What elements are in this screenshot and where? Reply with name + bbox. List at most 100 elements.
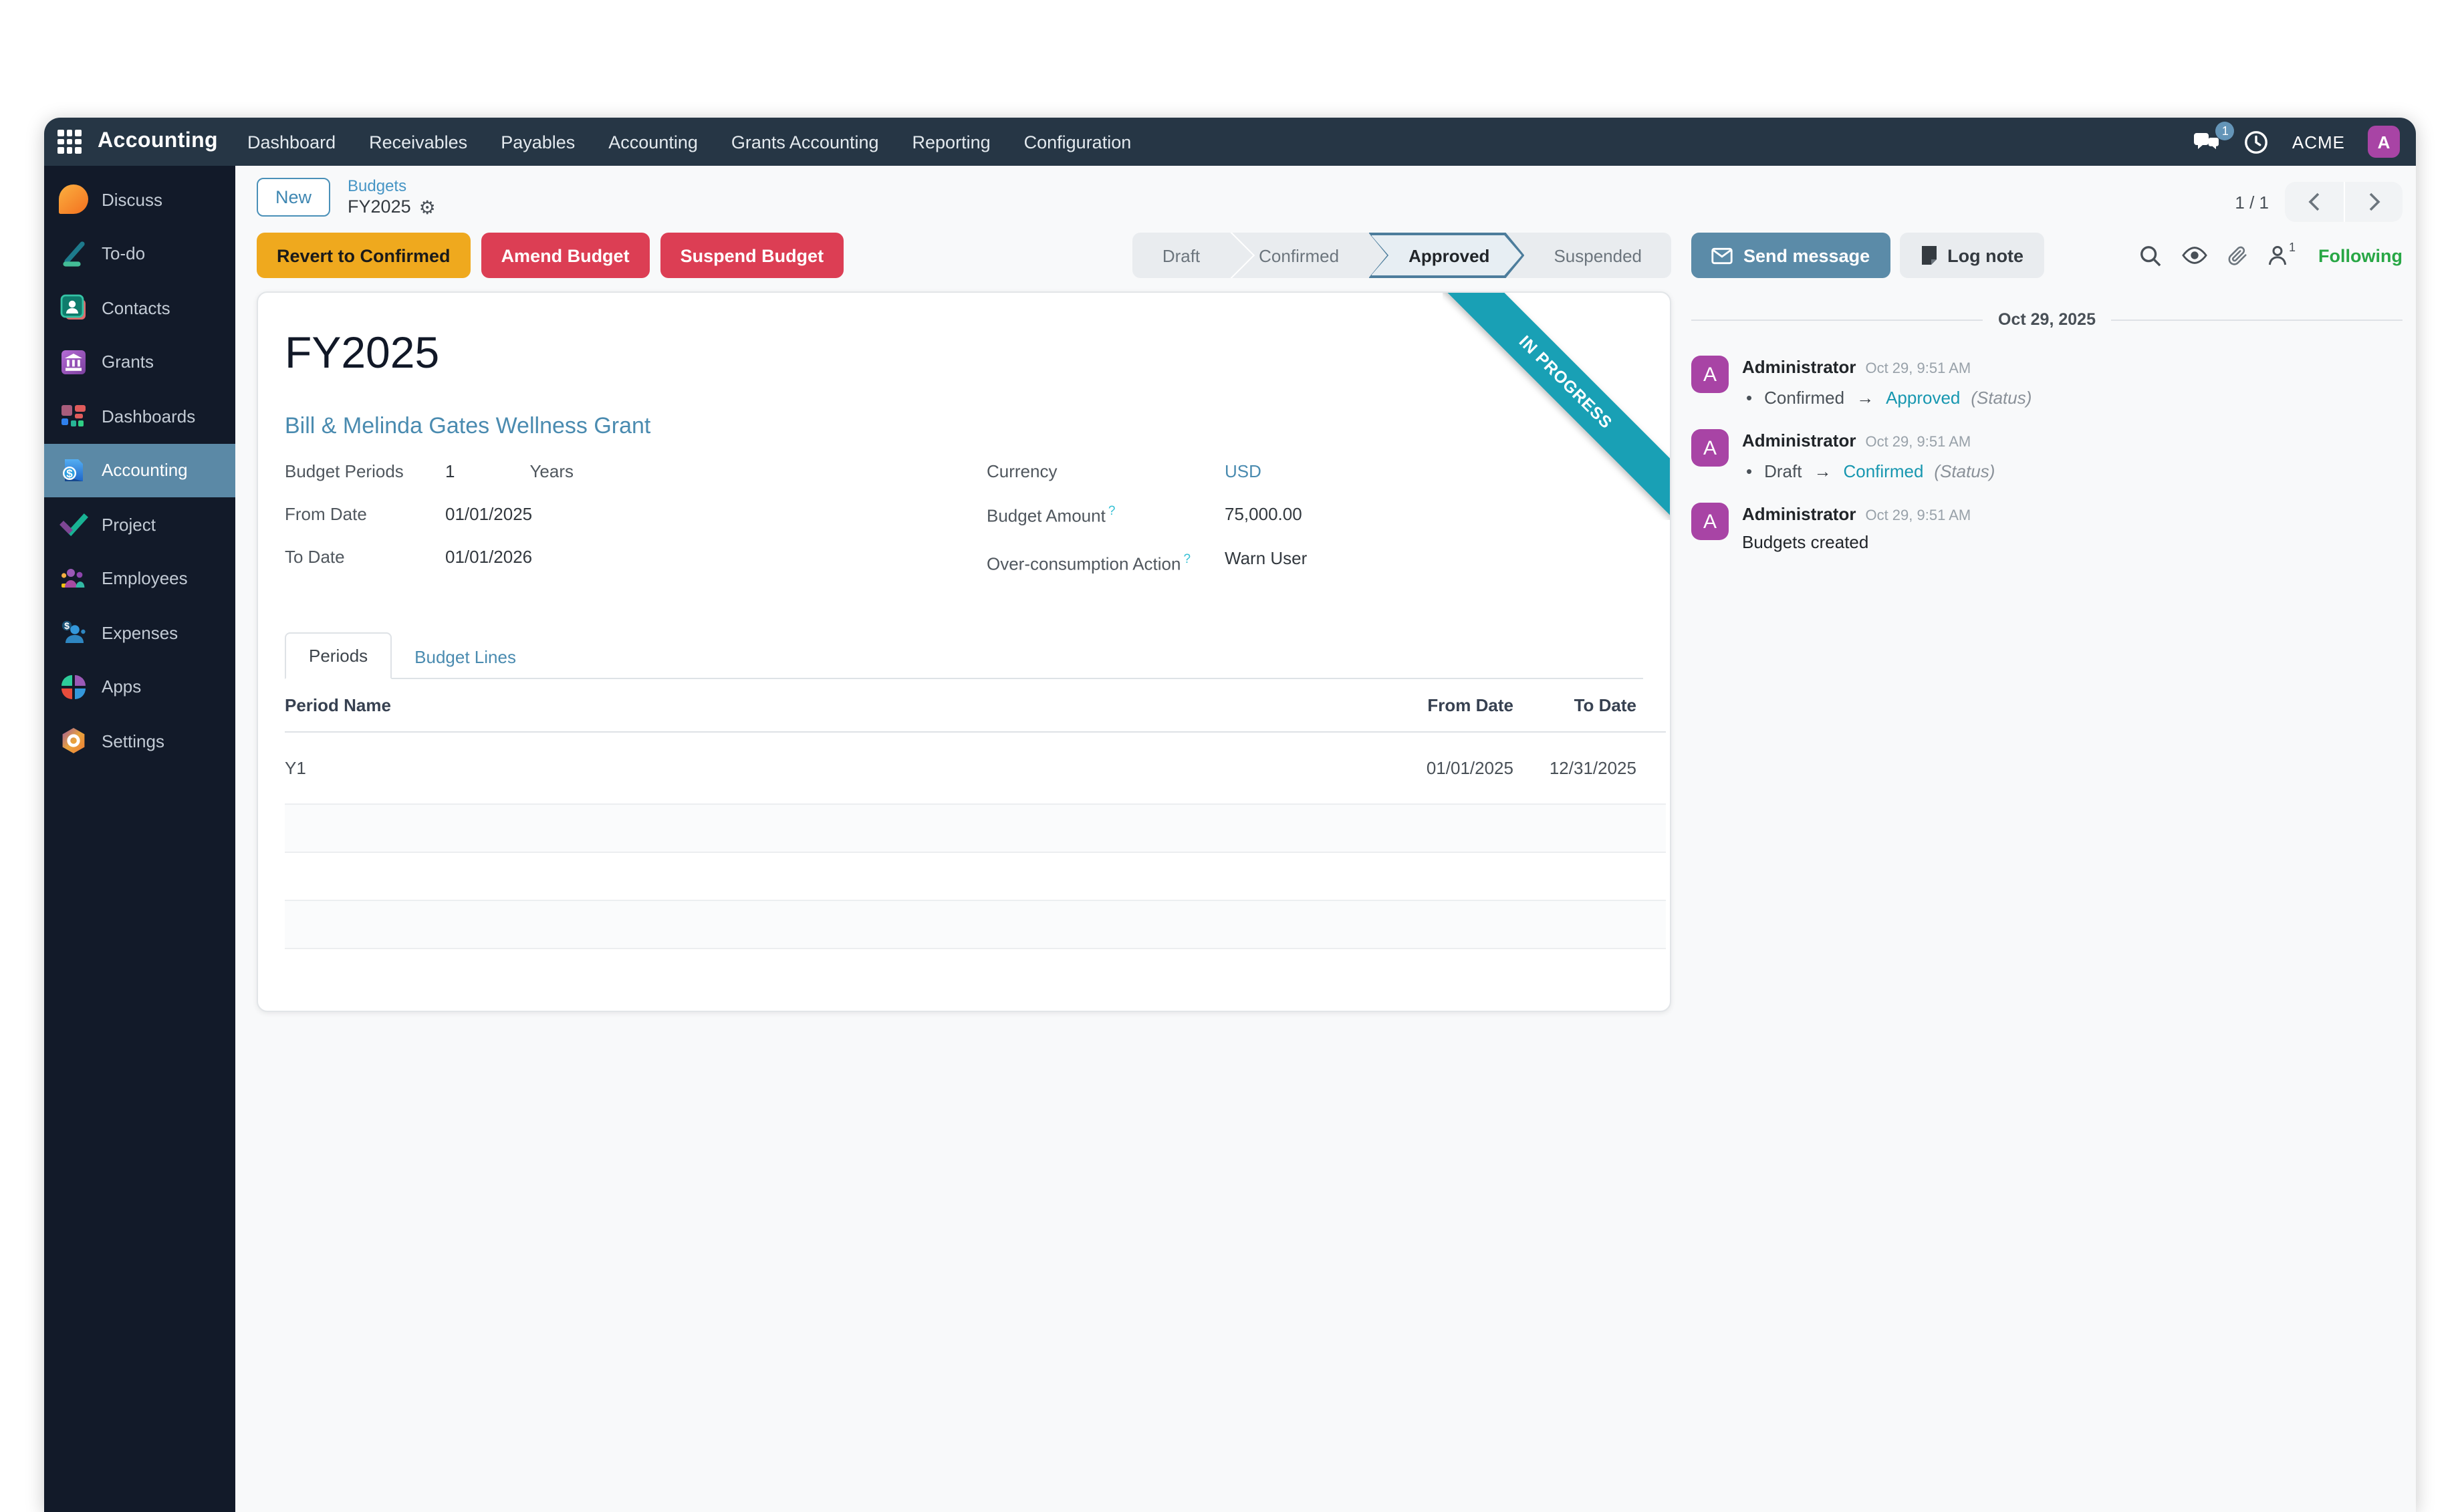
- form-column: Revert to Confirmed Amend Budget Suspend…: [235, 227, 1691, 1012]
- amend-budget-button[interactable]: Amend Budget: [481, 233, 650, 278]
- svg-text:$: $: [66, 467, 73, 480]
- breadcrumb-parent[interactable]: Budgets: [348, 176, 436, 197]
- suspend-budget-button[interactable]: Suspend Budget: [660, 233, 844, 278]
- grants-icon: [59, 348, 88, 377]
- todo-icon: [59, 239, 88, 269]
- tracking-new-value: Confirmed: [1843, 461, 1923, 481]
- revert-to-confirmed-button[interactable]: Revert to Confirmed: [257, 233, 471, 278]
- message-author[interactable]: Administrator: [1742, 504, 1856, 524]
- status-step-suspended[interactable]: Suspended: [1524, 233, 1671, 278]
- budget-periods-label: Budget Periods: [285, 461, 445, 481]
- follower-count: 1: [2289, 241, 2296, 254]
- empty-row: [285, 949, 1666, 997]
- top-navbar: Accounting Dashboard Receivables Payable…: [44, 118, 2416, 166]
- menu-item-reporting[interactable]: Reporting: [912, 132, 991, 152]
- expenses-icon: $: [59, 618, 88, 648]
- pager-prev-button[interactable]: [2285, 182, 2344, 222]
- note-icon: [1919, 245, 1938, 266]
- sidebar-item-discuss[interactable]: Discuss: [44, 172, 235, 227]
- pager-next-button[interactable]: [2344, 182, 2403, 222]
- search-messages-icon[interactable]: [2139, 244, 2162, 267]
- gear-icon[interactable]: ⚙: [419, 199, 436, 217]
- chatter: Send message Log note: [1691, 227, 2416, 574]
- menu-item-receivables[interactable]: Receivables: [369, 132, 467, 152]
- budget-periods-suffix: Years: [529, 461, 574, 481]
- apps-icon: [59, 672, 88, 702]
- overconsumption-action-value[interactable]: Warn User: [1225, 549, 1307, 569]
- dashboards-icon: [59, 402, 88, 431]
- sidebar-item-grants[interactable]: Grants: [44, 335, 235, 389]
- breadcrumb: Budgets FY2025 ⚙: [348, 176, 436, 219]
- sidebar-item-todo[interactable]: To-do: [44, 227, 235, 281]
- status-step-draft[interactable]: Draft: [1133, 233, 1229, 278]
- menu-item-payables[interactable]: Payables: [501, 132, 575, 152]
- sidebar-item-apps[interactable]: Apps: [44, 660, 235, 714]
- project-icon: [59, 510, 88, 539]
- sidebar-item-contacts[interactable]: Contacts: [44, 281, 235, 335]
- column-to-date[interactable]: To Date: [1513, 695, 1636, 715]
- menu-item-grants-accounting[interactable]: Grants Accounting: [731, 132, 879, 152]
- menu-item-accounting[interactable]: Accounting: [608, 132, 698, 152]
- message-author[interactable]: Administrator: [1742, 430, 1856, 451]
- envelope-icon: [1711, 247, 1733, 264]
- tracking-field: (Status): [1934, 461, 1995, 481]
- breadcrumb-current: FY2025: [348, 197, 411, 219]
- status-step-confirmed[interactable]: Confirmed: [1229, 233, 1368, 278]
- sidebar-item-settings[interactable]: Settings: [44, 714, 235, 768]
- column-period-name[interactable]: Period Name: [285, 695, 1390, 715]
- currency-value[interactable]: USD: [1225, 461, 1261, 481]
- employees-icon: [59, 564, 88, 594]
- cell-to-date: 12/31/2025: [1513, 758, 1636, 778]
- app-window: Accounting Dashboard Receivables Payable…: [44, 118, 2416, 1512]
- avatar[interactable]: A: [1691, 503, 1729, 540]
- contacts-icon: [59, 293, 88, 323]
- messages-icon[interactable]: 1: [2192, 130, 2221, 153]
- table-row[interactable]: Y1 01/01/2025 12/31/2025: [285, 733, 1666, 805]
- new-button[interactable]: New: [257, 178, 330, 217]
- budget-periods-value[interactable]: 1: [445, 461, 455, 481]
- from-date-value[interactable]: 01/01/2025: [445, 504, 532, 524]
- menu-item-dashboard[interactable]: Dashboard: [247, 132, 336, 152]
- user-avatar[interactable]: A: [2368, 126, 2400, 158]
- message-author[interactable]: Administrator: [1742, 357, 1856, 377]
- sidebar-item-dashboards[interactable]: Dashboards: [44, 389, 235, 443]
- periods-table: Period Name From Date To Date Y1 01/01/2…: [258, 679, 1670, 997]
- eye-icon[interactable]: [2182, 246, 2207, 265]
- record-title: FY2025: [285, 328, 1643, 378]
- sidebar-item-accounting[interactable]: $ Accounting: [44, 443, 235, 497]
- followers-icon[interactable]: 1: [2267, 245, 2294, 266]
- chevron-right-icon: [2367, 193, 2380, 211]
- message: A Administrator Oct 29, 9:51 AM • Confir…: [1691, 356, 2403, 408]
- arrow-right-icon: →: [1814, 461, 1831, 481]
- activity-clock-icon[interactable]: [2244, 129, 2269, 154]
- apps-grid-icon[interactable]: [57, 130, 82, 154]
- app-name[interactable]: Accounting: [98, 130, 218, 154]
- company-name[interactable]: ACME: [2292, 132, 2345, 152]
- menu-item-configuration[interactable]: Configuration: [1024, 132, 1132, 152]
- budget-amount-value[interactable]: 75,000.00: [1225, 504, 1302, 524]
- svg-text:$: $: [64, 621, 70, 632]
- message: A Administrator Oct 29, 9:51 AM Budgets …: [1691, 503, 2403, 552]
- sidebar-item-employees[interactable]: Employees: [44, 551, 235, 606]
- send-message-button[interactable]: Send message: [1691, 233, 1890, 278]
- tab-periods[interactable]: Periods: [285, 632, 392, 679]
- tracking-new-value: Approved: [1886, 388, 1960, 408]
- chevron-left-icon: [2308, 193, 2321, 211]
- sidebar-item-project[interactable]: Project: [44, 497, 235, 551]
- cell-from-date: 01/01/2025: [1390, 758, 1513, 778]
- avatar[interactable]: A: [1691, 356, 1729, 393]
- grant-link[interactable]: Bill & Melinda Gates Wellness Grant: [285, 413, 650, 440]
- avatar[interactable]: A: [1691, 429, 1729, 467]
- tracking-old-value: Draft: [1764, 461, 1802, 481]
- notebook-tabs: Periods Budget Lines: [285, 632, 1643, 679]
- tab-budget-lines[interactable]: Budget Lines: [392, 635, 539, 679]
- to-date-value[interactable]: 01/01/2026: [445, 547, 532, 567]
- attachment-paperclip-icon[interactable]: [2227, 244, 2247, 267]
- form-card: IN PROGRESS FY2025 Bill & Melinda Gates …: [257, 291, 1671, 1012]
- status-step-approved[interactable]: Approved: [1368, 233, 1524, 278]
- log-note-button[interactable]: Log note: [1899, 233, 2044, 278]
- column-from-date[interactable]: From Date: [1390, 695, 1513, 715]
- settings-icon: [59, 727, 88, 756]
- following-button[interactable]: Following: [2318, 245, 2403, 265]
- sidebar-item-expenses[interactable]: $ Expenses: [44, 606, 235, 660]
